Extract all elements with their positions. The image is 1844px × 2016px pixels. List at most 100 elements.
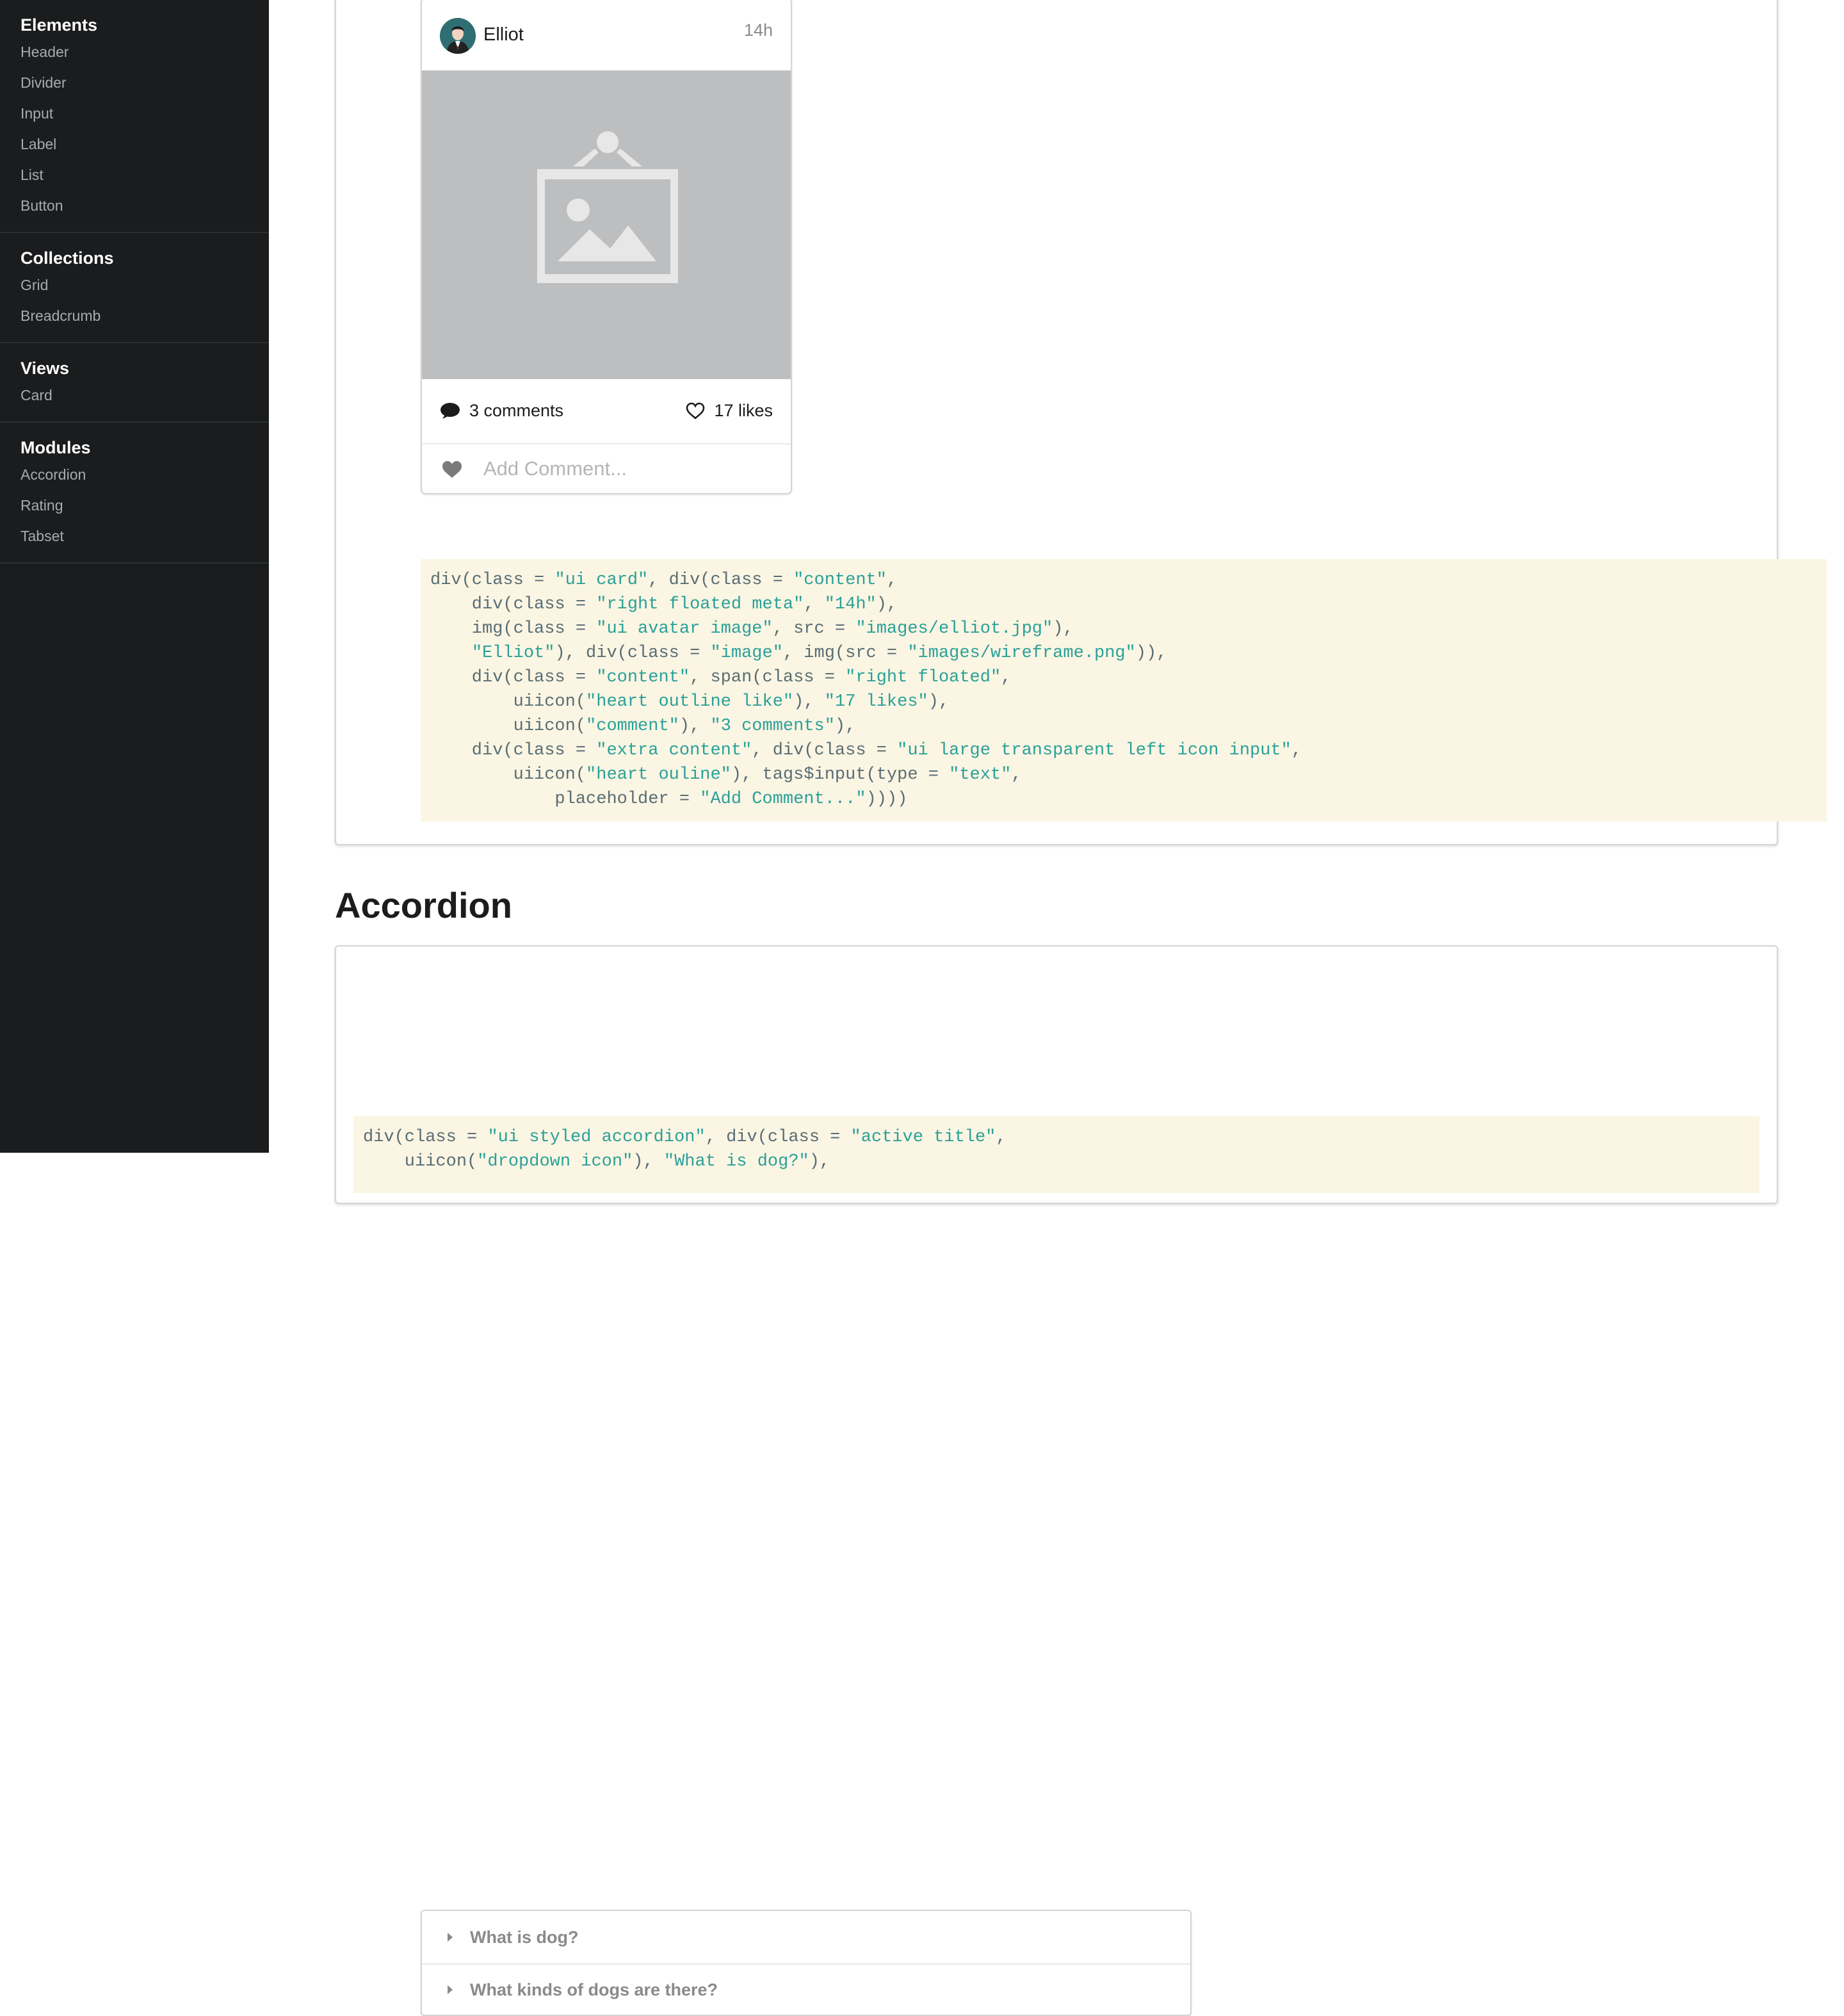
code-text: )), [1135,644,1167,663]
accordion-code-block: div(class = "ui styled accordion", div(c… [353,1116,1759,1193]
code-text: , div(class = [705,1128,851,1147]
sidebar-item-grid[interactable]: Grid [20,275,269,295]
code-text: , [1291,741,1302,760]
main-content: Elliot 14h 3 comments 17 likes Add Comme… [269,0,1844,2016]
accordion-title-text: What is dog? [470,1927,579,1947]
code-text: div(class = [430,741,597,760]
code-text: uiicon( [430,765,586,784]
accordion-title-what-is-dog[interactable]: What is dog? [422,1911,1190,1965]
code-text: ), tags$input(type = [731,765,950,784]
sidebar-item-accordion[interactable]: Accordion [20,465,269,484]
code-string: "3 comments" [710,717,835,736]
card-stats: 3 comments 17 likes [422,379,791,444]
sidebar-header-views: Views [20,359,70,378]
code-text: div(class = [430,571,555,590]
code-line: uiicon("dropdown icon"), "What is dog?")… [363,1152,830,1171]
likes-stat[interactable]: 17 likes [686,401,773,421]
code-text: ), [928,692,950,711]
code-text: , img(src = [782,644,908,663]
code-text: , [804,595,825,614]
sidebar-header-collections: Collections [20,248,114,268]
code-line: uiicon("heart ouline"), tags$input(type … [430,765,1022,784]
code-line: div(class = "right floated meta", "14h")… [430,595,897,614]
code-string: "Elliot" [471,644,555,663]
code-string: "images/elliot.jpg" [855,619,1053,638]
ui-card: Elliot 14h 3 comments 17 likes Add Comme… [421,0,792,494]
heart-icon [442,461,462,478]
code-line: div(class = "ui styled accordion", div(c… [363,1128,1007,1147]
code-string: "extra content" [596,741,752,760]
code-text: , div(class = [752,741,898,760]
code-text: ), [834,717,856,736]
code-string: "ui card" [554,571,649,590]
code-text: , [1001,668,1012,687]
code-line: div(class = "extra content", div(class =… [430,741,1302,760]
code-text: uiicon( [363,1152,478,1171]
dropdown-icon [448,1933,453,1942]
code-text: , [886,571,898,590]
comments-stat[interactable]: 3 comments [440,401,563,421]
card-header: Elliot 14h [422,0,791,70]
code-text: ), [679,717,711,736]
wireframe-image-icon [537,131,678,283]
sidebar-group-elements: Elements Header Divider Input Label List… [0,0,269,233]
sidebar-item-label[interactable]: Label [20,134,269,154]
code-string: "14h" [824,595,877,614]
sidebar-header-elements: Elements [20,15,98,35]
sidebar-group-views: Views Card [0,343,269,423]
card-extra-content [422,444,791,493]
card-author-name: Elliot [483,24,524,45]
code-string: "ui avatar image" [596,619,773,638]
code-string: "right floated meta" [596,595,804,614]
code-string: "images/wireframe.png" [907,644,1136,663]
sidebar-item-list[interactable]: List [20,165,269,184]
sidebar-item-button[interactable]: Button [20,196,269,215]
code-string: "heart outline like" [586,692,794,711]
code-string: "ui styled accordion" [487,1128,706,1147]
heart-outline-icon [686,402,705,419]
code-text: , span(class = [690,668,846,687]
code-text: ), div(class = [554,644,711,663]
sidebar-item-rating[interactable]: Rating [20,496,269,515]
code-string: "right floated" [845,668,1001,687]
code-text: img(class = [430,619,597,638]
code-string: "dropdown icon" [477,1152,633,1171]
code-string: "content" [596,668,690,687]
card-example-segment: Elliot 14h 3 comments 17 likes Add Comme… [335,0,1827,845]
code-line: placeholder = "Add Comment...")))) [430,790,907,809]
card-meta-time: 14h [743,20,773,40]
code-line: div(class = "content", span(class = "rig… [430,668,1012,687]
code-text: )))) [866,790,908,809]
avatar-image [440,18,476,54]
code-string: "text" [949,765,1012,784]
code-text: ), [1053,619,1074,638]
code-text: ), [793,692,825,711]
code-string: "17 likes" [824,692,928,711]
card-image [422,70,791,379]
sidebar-item-breadcrumb[interactable]: Breadcrumb [20,306,269,325]
code-line: div(class = "ui card", div(class = "cont… [430,571,897,590]
code-line: uiicon("heart outline like"), "17 likes"… [430,692,950,711]
sidebar-item-input[interactable]: Input [20,104,269,123]
sidebar-item-card[interactable]: Card [20,386,269,405]
sidebar-group-collections: Collections Grid Breadcrumb [0,233,269,343]
code-string: "comment" [586,717,679,736]
sidebar-item-divider[interactable]: Divider [20,73,269,92]
code-text: , div(class = [648,571,794,590]
accordion-title-kinds-of-dogs[interactable]: What kinds of dogs are there? [422,1963,1190,2016]
code-text: , [1011,765,1022,784]
code-text: placeholder = [430,790,700,809]
code-text: ), [876,595,898,614]
accordion-title-text: What kinds of dogs are there? [470,1979,718,1999]
sidebar-item-header[interactable]: Header [20,42,269,61]
comment-icon [441,402,460,419]
code-text: div(class = [363,1128,488,1147]
code-string: "Add Comment..." [700,790,866,809]
sidebar-item-tabset[interactable]: Tabset [20,526,269,546]
accordion-section-title: Accordion [335,885,512,925]
code-text: div(class = [430,668,597,687]
code-string: "image" [710,644,783,663]
add-comment-input[interactable] [482,452,766,485]
ui-accordion: What is dog? What kinds of dogs are ther… [421,1910,1192,2016]
